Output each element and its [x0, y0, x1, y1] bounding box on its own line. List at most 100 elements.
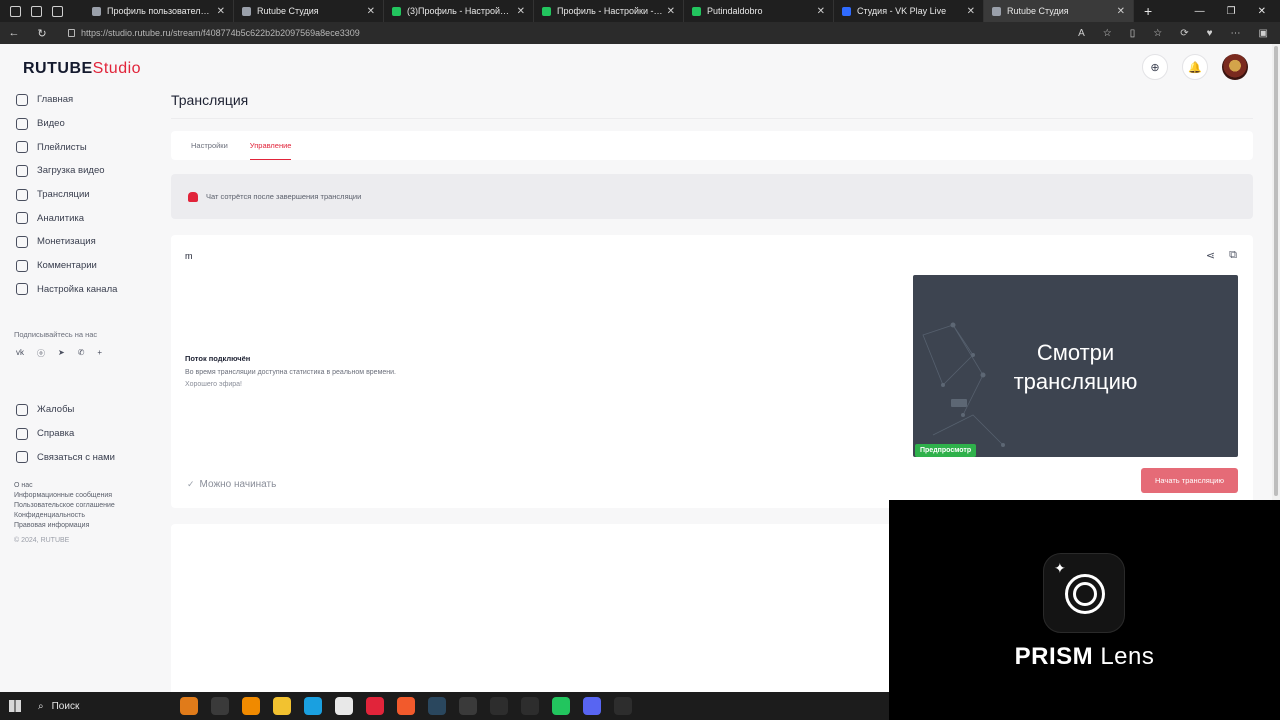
start-button[interactable] [0, 700, 30, 712]
browser-tab[interactable]: Rutube Студия ✕ [234, 0, 384, 22]
sidebar-item[interactable]: Главная [0, 88, 150, 112]
browser-tab-title: Rutube Студия [257, 6, 319, 16]
profile-icon[interactable] [10, 5, 21, 17]
menu-icon[interactable]: ⋯ [1231, 28, 1241, 39]
browser-tab[interactable]: Putindaldobro ✕ [684, 0, 834, 22]
footer-link[interactable]: О нас [14, 481, 115, 491]
close-tab-icon[interactable]: ✕ [1117, 6, 1125, 17]
sidebar-support-nav: Жалобы Справка Связаться с нами [0, 398, 150, 469]
steam-icon[interactable] [428, 697, 446, 715]
avatar[interactable] [1222, 54, 1248, 80]
workspaces-icon[interactable] [31, 5, 42, 17]
check-icon: ✓ [187, 479, 195, 489]
browser-tab-bar: Профиль пользователя Putindal✕ Rutube Сту… [0, 0, 1280, 22]
sidebar-item[interactable]: Монетизация [0, 230, 150, 254]
footer-link[interactable]: Конфиденциальность [14, 511, 115, 521]
upload-icon [16, 164, 28, 177]
close-tab-icon[interactable]: ✕ [517, 6, 525, 17]
plus-icon[interactable]: + [97, 348, 102, 359]
close-window-icon[interactable]: ✕ [1258, 6, 1266, 17]
sidebar-item[interactable]: Плейлисты [0, 135, 150, 159]
taskbar-search[interactable]: ⌕ Поиск [30, 701, 160, 712]
obs-icon[interactable] [459, 697, 477, 715]
close-tab-icon[interactable]: ✕ [667, 6, 675, 17]
footer-link[interactable]: Пользовательское соглашение [14, 501, 115, 511]
read-aloud-icon[interactable]: A [1078, 28, 1085, 39]
trovo-icon[interactable] [552, 697, 570, 715]
browser-tab[interactable]: Профиль пользователя Putindal ✕ [84, 0, 234, 22]
pumpkin-icon[interactable] [180, 697, 198, 715]
sidebar-item[interactable]: Загрузка видео [0, 159, 150, 183]
split-screen-icon[interactable]: ▯ [1130, 28, 1136, 39]
vlc-icon[interactable] [242, 697, 260, 715]
share-icon[interactable]: ⋖ [1206, 249, 1215, 262]
sidebar-toggle-icon[interactable]: ▣ [1259, 28, 1268, 39]
sidebar-nav: Главная Видео Плейлисты Загрузка видео Транс… [0, 88, 150, 301]
favorites-bar-icon[interactable]: ☆ [1153, 28, 1162, 39]
tab-settings[interactable]: Настройки [191, 131, 228, 160]
ok-icon[interactable]: ⓞ [37, 348, 45, 359]
close-tab-icon[interactable]: ✕ [217, 6, 225, 17]
sparkle-icon: ✦ [1054, 560, 1066, 576]
yandex-browser-icon[interactable] [366, 697, 384, 715]
sidebar-item[interactable]: Видео [0, 112, 150, 136]
explorer-icon[interactable] [273, 697, 291, 715]
prism-icon[interactable] [521, 697, 539, 715]
sidebar-item[interactable]: Жалобы [0, 398, 150, 422]
footer-link[interactable]: Правовая информация [14, 521, 115, 531]
extension-icon[interactable]: ⟳ [1180, 28, 1188, 39]
broadcast-icon [16, 188, 28, 201]
upload-button[interactable]: ⊕ [1142, 54, 1168, 80]
refresh-button[interactable]: ↻ [28, 27, 56, 40]
back-button[interactable]: ← [0, 27, 28, 39]
sidebar-item-label: Плейлисты [37, 141, 87, 153]
notice-text: Чат сотрётся после завершения трансляции [206, 192, 362, 201]
browser-tab-title: Putindaldobro [707, 6, 763, 16]
open-external-icon[interactable]: ⧉ [1229, 249, 1237, 262]
obs-3-icon[interactable] [614, 697, 632, 715]
sidebar-item[interactable]: Связаться с нами [0, 445, 150, 469]
discord-icon[interactable] [583, 697, 601, 715]
new-tab-button[interactable]: + [1144, 3, 1152, 19]
task-view-icon[interactable] [211, 697, 229, 715]
help-icon [16, 427, 28, 440]
scrollbar-thumb[interactable] [1274, 46, 1278, 496]
address-bar[interactable]: https://studio.rutube.ru/stream/f408774b… [68, 28, 1078, 38]
preview-line1: Смотри [1036, 340, 1115, 365]
rutube-studio-logo[interactable]: RUTUBEStudio [23, 60, 141, 78]
close-tab-icon[interactable]: ✕ [817, 6, 825, 17]
viber-icon[interactable]: ✆ [78, 348, 85, 359]
yandex-icon[interactable] [335, 697, 353, 715]
sidebar-item[interactable]: Справка [0, 422, 150, 446]
stream-preview[interactable]: Смотри трансляцию Предпросмотр [913, 275, 1238, 457]
vpn-icon[interactable]: ♥ [1207, 28, 1213, 39]
browser-tab[interactable]: Студия - VK Play Live ✕ [834, 0, 984, 22]
sidebar-item[interactable]: Настройка канала [0, 278, 150, 302]
browser-tab[interactable]: Rutube Студия ✕ [984, 0, 1134, 22]
tab-actions-icon[interactable] [52, 5, 63, 17]
obs-2-icon[interactable] [490, 697, 508, 715]
telegram-icon[interactable]: ➤ [58, 348, 65, 359]
favorite-icon[interactable]: ☆ [1103, 28, 1112, 39]
stream-status-title: Поток подключён [185, 354, 251, 363]
search-icon: ⌕ [38, 700, 44, 712]
sidebar-item[interactable]: Комментарии [0, 254, 150, 278]
browser-tab[interactable]: Профиль - Настройки - Trovo ✕ [534, 0, 684, 22]
copyright: © 2024, RUTUBE [14, 537, 70, 544]
edge-icon[interactable] [304, 697, 322, 715]
ready-label: Можно начинать [199, 479, 277, 490]
sidebar-item[interactable]: Трансляции [0, 183, 150, 207]
brave-icon[interactable] [397, 697, 415, 715]
start-broadcast-button[interactable]: Начать трансляцию [1141, 468, 1238, 493]
notifications-button[interactable]: 🔔 [1182, 54, 1208, 80]
maximize-icon[interactable]: ❐ [1227, 6, 1236, 17]
tab-management[interactable]: Управление [249, 131, 292, 160]
close-tab-icon[interactable]: ✕ [967, 6, 975, 17]
close-tab-icon[interactable]: ✕ [367, 6, 375, 17]
minimize-icon[interactable]: — [1195, 6, 1205, 17]
footer-link[interactable]: Информационные сообщения [14, 491, 115, 501]
vk-icon[interactable]: vk [16, 348, 24, 359]
plus-square-icon: ⊕ [1150, 61, 1160, 74]
browser-tab[interactable]: (3)Профиль - Настройки - Trovo ✕ [384, 0, 534, 22]
sidebar-item[interactable]: Аналитика [0, 206, 150, 230]
